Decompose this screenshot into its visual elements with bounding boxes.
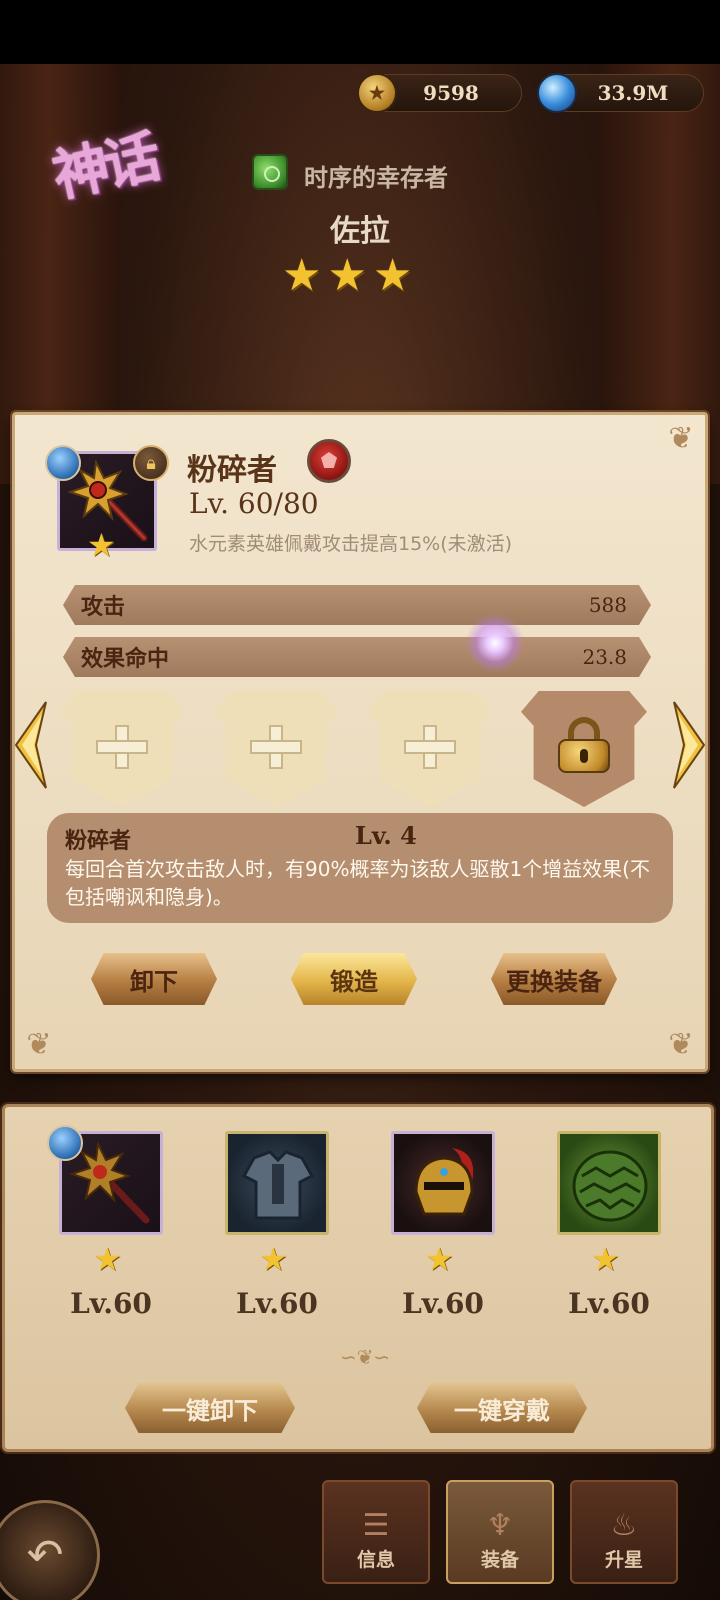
equip-all-button[interactable]: 一键穿戴 [417, 1383, 587, 1433]
equipment-name: 粉碎者 [187, 453, 277, 488]
stat-row-attack: 攻击 588 [63, 585, 651, 625]
equip-level-weapon: Lv.60 [70, 1287, 152, 1320]
padlock-icon [558, 717, 610, 773]
armor-icon [241, 1150, 315, 1220]
tab-label: 升星 [604, 1549, 643, 1571]
equip-slot-helmet[interactable] [391, 1131, 495, 1235]
back-arrow-icon: ↶ [26, 1529, 64, 1581]
star-icon: ★ [425, 1240, 454, 1278]
divider-ornament-icon: ∽❦∽ [339, 1345, 391, 1369]
water-element-icon [45, 445, 81, 481]
gold-counter[interactable]: ★ 9598 [357, 73, 522, 113]
tab-star-up[interactable]: ♨ 升星 [570, 1480, 678, 1584]
add-gem-icon [404, 725, 456, 769]
star-icon: ★ [93, 1240, 122, 1278]
set-bonus-text: 水元素英雄佩戴攻击提高15%(未激活) [189, 533, 513, 555]
hero-title-icon [252, 154, 288, 190]
info-icon: ☰ [362, 1508, 390, 1543]
equip-level-helmet: Lv.60 [402, 1287, 484, 1320]
equipment-detail-panel: ❦ ❦ ❦ 🔒︎ ★ 粉碎者 Lv. 60/80 水元素英雄佩戴攻击提高15%(… [12, 412, 708, 1072]
corner-ornament-icon: ❦ [668, 1027, 694, 1062]
star-icon: ★ [327, 250, 367, 301]
trident-icon: ♆ [486, 1508, 514, 1543]
stat-label: 攻击 [81, 595, 126, 620]
water-element-icon [47, 1125, 83, 1161]
equipped-items-panel: ★ ★ ★ ★ Lv.60 Lv.60 Lv.60 Lv.60 ∽❦∽ 一键卸下… [2, 1104, 714, 1452]
equip-level-boots: Lv.60 [568, 1287, 650, 1320]
gem-slot-1[interactable] [59, 691, 185, 807]
replace-equipment-button[interactable]: 更换装备 [491, 953, 617, 1005]
stat-row-effect-hit: 效果命中 23.8 [63, 637, 651, 677]
crystal-amount: 33.9M [597, 81, 669, 105]
mace-icon [70, 1142, 150, 1224]
skill-level: Lv. 4 [355, 821, 417, 850]
previous-arrow-icon[interactable] [12, 700, 50, 790]
stat-value: 23.8 [582, 645, 627, 669]
gold-coin-icon: ★ [357, 73, 397, 113]
gold-amount: 9598 [423, 81, 479, 105]
equip-slot-armor[interactable] [225, 1131, 329, 1235]
gem-slot-3[interactable] [367, 691, 493, 807]
equipment-level: Lv. 60/80 [189, 487, 319, 520]
star-icon: ★ [372, 250, 413, 301]
crystal-orb-icon [537, 73, 577, 113]
skill-description: 每回合首次攻击敌人时，有90%概率为该敌人驱散1个增益效果(不包括嘲讽和隐身)。 [65, 857, 650, 909]
stat-value: 588 [588, 593, 627, 617]
lock-badge-icon[interactable]: 🔒︎ [133, 445, 169, 481]
crystal-counter[interactable]: 33.9M [537, 73, 704, 113]
tab-label: 信息 [356, 1549, 395, 1571]
sparkle-effect [465, 613, 525, 673]
gem-slot-4-locked[interactable] [521, 691, 647, 807]
unequip-all-button[interactable]: 一键卸下 [125, 1383, 295, 1433]
hero-name: 佐拉 [330, 214, 390, 249]
add-gem-icon [250, 725, 302, 769]
star-icon: ★ [87, 526, 116, 564]
corner-ornament-icon: ❦ [26, 1027, 52, 1062]
skill-name: 粉碎者 [65, 829, 132, 854]
hero-stars: ★ ★ ★ [282, 254, 412, 298]
status-bar [0, 0, 720, 64]
hero-title: 时序的幸存者 [304, 164, 448, 192]
flame-icon: ♨ [610, 1508, 638, 1543]
add-gem-icon [96, 725, 148, 769]
star-icon: ★ [282, 250, 322, 301]
corner-ornament-icon: ❦ [668, 421, 694, 456]
gem-slot-2[interactable] [213, 691, 339, 807]
set-effect-icon[interactable] [307, 439, 351, 483]
tab-equipment[interactable]: ♆ 装备 [446, 1480, 554, 1584]
star-icon: ★ [591, 1240, 620, 1278]
tab-info[interactable]: ☰ 信息 [322, 1480, 430, 1584]
unequip-button[interactable]: 卸下 [91, 953, 217, 1005]
skill-box: 粉碎者 Lv. 4 每回合首次攻击敌人时，有90%概率为该敌人驱散1个增益效果(… [47, 813, 673, 923]
scale-shell-icon [572, 1150, 648, 1222]
stat-label: 效果命中 [81, 647, 170, 672]
star-icon: ★ [259, 1240, 288, 1278]
next-arrow-icon[interactable] [670, 700, 708, 790]
helmet-icon [414, 1148, 474, 1216]
tab-label: 装备 [480, 1549, 519, 1571]
equip-slot-boots[interactable] [557, 1131, 661, 1235]
equip-level-armor: Lv.60 [236, 1287, 318, 1320]
forge-button[interactable]: 锻造 [291, 953, 417, 1005]
